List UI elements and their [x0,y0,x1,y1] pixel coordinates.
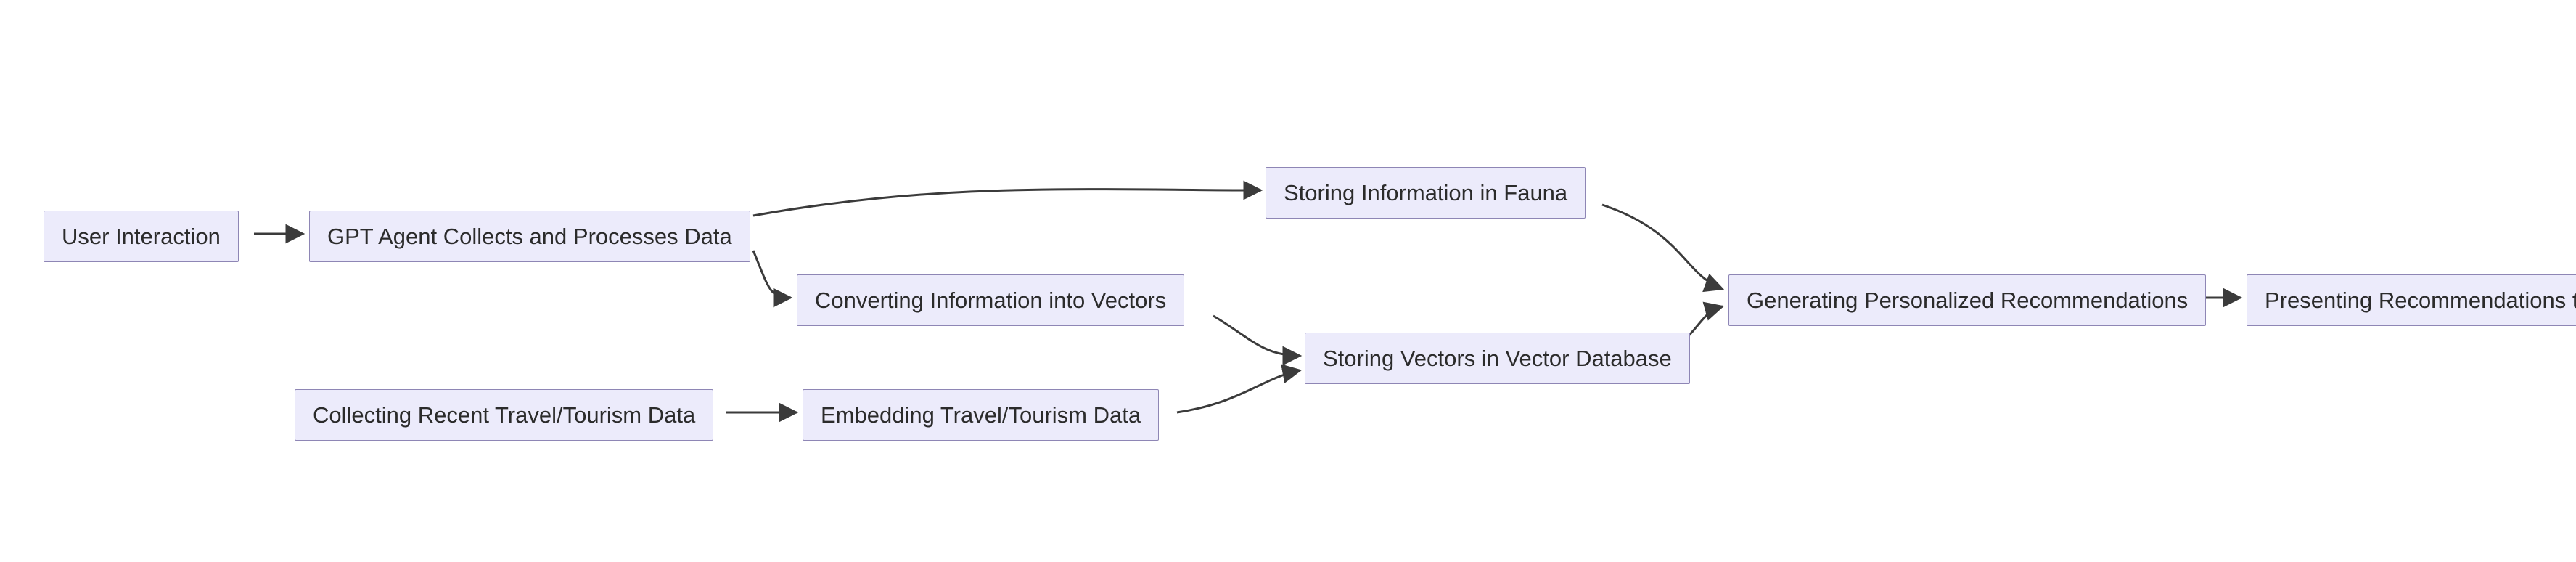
node-presenting-recommendations: Presenting Recommendations to User [2247,274,2576,326]
node-label: Embedding Travel/Tourism Data [821,402,1141,428]
edge-C-H [1602,205,1723,289]
edge-G-E [1177,370,1300,412]
node-label: Generating Personalized Recommendations [1747,287,2188,314]
node-generating-recommendations: Generating Personalized Recommendations [1728,274,2206,326]
node-user-interaction: User Interaction [44,211,239,262]
node-label: Storing Vectors in Vector Database [1323,345,1672,372]
node-label: Storing Information in Fauna [1284,179,1567,206]
node-gpt-agent: GPT Agent Collects and Processes Data [309,211,750,262]
node-embedding-travel-data: Embedding Travel/Tourism Data [803,389,1159,441]
node-storing-fauna: Storing Information in Fauna [1266,167,1586,219]
edge-D-E [1213,316,1300,356]
edge-B-C [753,190,1261,216]
edge-B-D [753,251,791,298]
node-label: User Interaction [62,223,221,250]
node-label: Collecting Recent Travel/Tourism Data [313,402,695,428]
node-label: GPT Agent Collects and Processes Data [327,223,732,250]
node-collecting-travel-data: Collecting Recent Travel/Tourism Data [295,389,713,441]
node-label: Presenting Recommendations to User [2265,287,2576,314]
node-label: Converting Information into Vectors [815,287,1166,314]
node-converting-vectors: Converting Information into Vectors [797,274,1184,326]
flowchart-canvas: User Interaction GPT Agent Collects and … [0,0,2576,562]
node-storing-vector-db: Storing Vectors in Vector Database [1305,333,1690,384]
